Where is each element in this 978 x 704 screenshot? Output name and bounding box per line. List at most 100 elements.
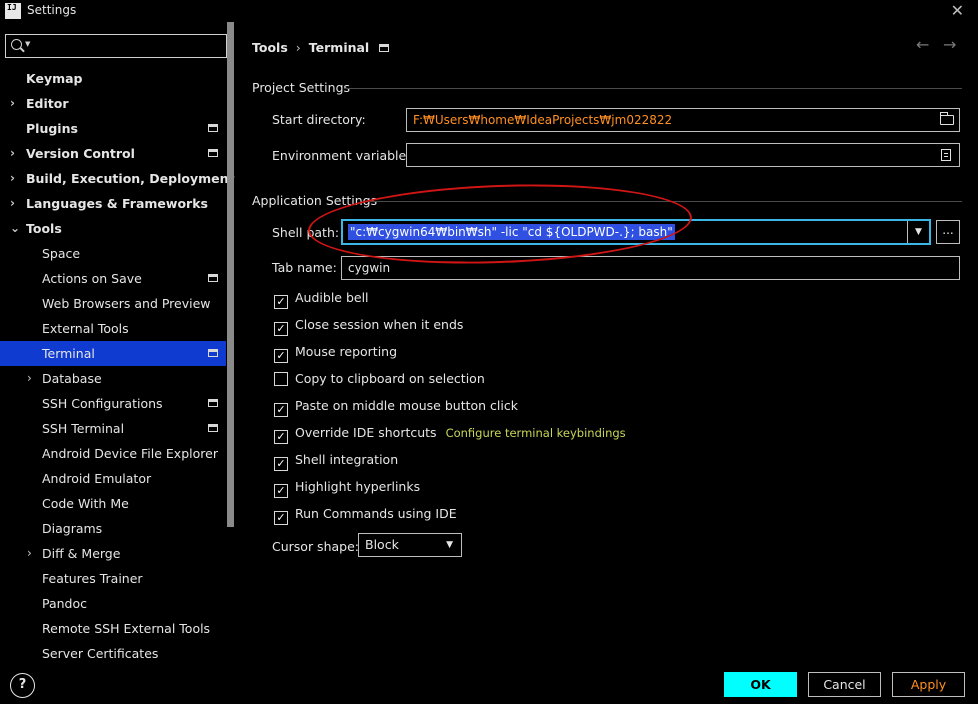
- shell-path-label: Shell path:: [272, 225, 340, 240]
- sidebar-item-label: External Tools: [42, 321, 129, 336]
- checkbox-close-session[interactable]: ✓ Close session when it ends: [274, 317, 463, 337]
- chevron-down-icon[interactable]: ▼: [907, 221, 929, 243]
- checkbox-audible-bell[interactable]: ✓ Audible bell: [274, 290, 369, 310]
- sidebar-item-label: Editor: [26, 96, 69, 111]
- shell-path-combobox[interactable]: "c:₩cygwin64₩bin₩sh" -lic "cd ${OLDPWD-.…: [341, 219, 931, 245]
- checkbox-label: Paste on middle mouse button click: [295, 398, 518, 413]
- checkbox-box[interactable]: ✓: [274, 349, 288, 363]
- sidebar-item-web-browsers[interactable]: Web Browsers and Preview: [0, 291, 226, 316]
- browse-shell-button[interactable]: ...: [936, 220, 960, 244]
- checkbox-copy-to-clipboard[interactable]: Copy to clipboard on selection: [274, 371, 485, 391]
- checkbox-box[interactable]: ✓: [274, 430, 288, 444]
- chevron-right-icon[interactable]: ›: [27, 541, 32, 566]
- edit-list-icon[interactable]: [941, 149, 951, 161]
- start-directory-field[interactable]: F:₩Users₩home₩IdeaProjects₩jm022822: [406, 108, 960, 132]
- cursor-shape-value: Block: [365, 537, 399, 552]
- checkbox-shell-integration[interactable]: ✓ Shell integration: [274, 452, 398, 472]
- sidebar-item-actions-on-save[interactable]: Actions on Save: [0, 266, 226, 291]
- start-directory-value: F:₩Users₩home₩IdeaProjects₩jm022822: [413, 113, 673, 127]
- settings-search[interactable]: ▼: [5, 34, 227, 58]
- sidebar-item-label: Languages & Frameworks: [26, 196, 208, 211]
- checkbox-label: Run Commands using IDE: [295, 506, 457, 521]
- checkbox-box[interactable]: ✓: [274, 484, 288, 498]
- settings-tree: Keymap › Editor Plugins › Version Contro…: [0, 66, 234, 662]
- environment-variables-field[interactable]: [406, 143, 960, 167]
- sidebar-item-ssh-configurations[interactable]: SSH Configurations: [0, 391, 226, 416]
- chevron-right-icon[interactable]: ›: [10, 91, 15, 116]
- sidebar-item-android-emulator[interactable]: Android Emulator: [0, 466, 226, 491]
- breadcrumb-current: Terminal: [308, 40, 370, 55]
- project-level-icon: [208, 399, 218, 407]
- search-input[interactable]: [36, 37, 221, 55]
- search-options-chevron-icon[interactable]: ▼: [25, 40, 30, 48]
- application-settings-title: Application Settings: [252, 193, 378, 208]
- shell-path-value[interactable]: "c:₩cygwin64₩bin₩sh" -lic "cd ${OLDPWD-.…: [348, 224, 675, 240]
- sidebar-item-server-certificates[interactable]: Server Certificates: [0, 641, 226, 662]
- checkbox-box[interactable]: [274, 372, 288, 386]
- chevron-right-icon[interactable]: ›: [10, 166, 15, 191]
- help-button[interactable]: ?: [10, 673, 35, 698]
- checkbox-box[interactable]: ✓: [274, 295, 288, 309]
- sidebar-item-keymap[interactable]: Keymap: [0, 66, 226, 91]
- checkbox-box[interactable]: ✓: [274, 457, 288, 471]
- tab-name-field[interactable]: cygwin: [341, 256, 960, 280]
- sidebar-item-space[interactable]: Space: [0, 241, 226, 266]
- checkbox-box[interactable]: ✓: [274, 322, 288, 336]
- chevron-down-icon[interactable]: ⌄: [10, 216, 20, 241]
- sidebar-item-plugins[interactable]: Plugins: [0, 116, 226, 141]
- sidebar-item-label: Web Browsers and Preview: [42, 296, 211, 311]
- project-settings-title: Project Settings: [252, 80, 351, 95]
- sidebar-item-label: Features Trainer: [42, 571, 143, 586]
- checkbox-box[interactable]: ✓: [274, 511, 288, 525]
- chevron-down-icon[interactable]: ▼: [446, 534, 453, 556]
- breadcrumb-parent[interactable]: Tools: [252, 40, 288, 55]
- sidebar-scrollbar[interactable]: [227, 22, 234, 527]
- folder-icon[interactable]: [940, 112, 954, 125]
- project-level-icon: [208, 349, 218, 357]
- project-level-icon: [208, 124, 218, 132]
- breadcrumb: Tools › Terminal: [252, 40, 390, 55]
- checkbox-label: Override IDE shortcuts: [295, 425, 437, 440]
- back-arrow-icon[interactable]: ←: [916, 35, 929, 54]
- sidebar-item-pandoc[interactable]: Pandoc: [0, 591, 226, 616]
- sidebar-item-database[interactable]: › Database: [0, 366, 226, 391]
- chevron-right-icon[interactable]: ›: [10, 191, 15, 216]
- sidebar-item-tools[interactable]: ⌄ Tools: [0, 216, 226, 241]
- sidebar-item-android-device-file-explorer[interactable]: Android Device File Explorer: [0, 441, 226, 466]
- search-icon[interactable]: [11, 39, 22, 50]
- chevron-right-icon[interactable]: ›: [27, 366, 32, 391]
- sidebar-item-code-with-me[interactable]: Code With Me: [0, 491, 226, 516]
- forward-arrow-icon[interactable]: →: [943, 35, 956, 54]
- sidebar-item-diagrams[interactable]: Diagrams: [0, 516, 226, 541]
- sidebar-item-external-tools[interactable]: External Tools: [0, 316, 226, 341]
- sidebar-item-version-control[interactable]: › Version Control: [0, 141, 226, 166]
- section-divider: [366, 201, 962, 202]
- ok-button[interactable]: OK: [724, 672, 797, 697]
- close-icon[interactable]: ✕: [951, 1, 964, 20]
- sidebar-item-editor[interactable]: › Editor: [0, 91, 226, 116]
- breadcrumb-separator: ›: [295, 40, 301, 55]
- chevron-right-icon[interactable]: ›: [10, 141, 15, 166]
- environment-variables-label: Environment variables:: [272, 148, 417, 163]
- sidebar-item-label: SSH Configurations: [42, 396, 163, 411]
- checkbox-run-commands-using-ide[interactable]: ✓ Run Commands using IDE: [274, 506, 457, 526]
- checkbox-mouse-reporting[interactable]: ✓ Mouse reporting: [274, 344, 397, 364]
- cursor-shape-select[interactable]: Block ▼: [358, 533, 462, 557]
- apply-button[interactable]: Apply: [892, 672, 965, 697]
- sidebar-item-diff-merge[interactable]: › Diff & Merge: [0, 541, 226, 566]
- sidebar-item-remote-ssh-external-tools[interactable]: Remote SSH External Tools: [0, 616, 226, 641]
- sidebar-item-languages-frameworks[interactable]: › Languages & Frameworks: [0, 191, 226, 216]
- sidebar-item-build-execution-deployment[interactable]: › Build, Execution, Deployment: [0, 166, 234, 191]
- configure-keybindings-link[interactable]: Configure terminal keybindings: [446, 426, 626, 440]
- sidebar-item-label: Plugins: [26, 121, 78, 136]
- cancel-button[interactable]: Cancel: [808, 672, 881, 697]
- sidebar-item-features-trainer[interactable]: Features Trainer: [0, 566, 226, 591]
- sidebar-item-label: Code With Me: [42, 496, 129, 511]
- sidebar-item-label: Actions on Save: [42, 271, 142, 286]
- checkbox-paste-middle-click[interactable]: ✓ Paste on middle mouse button click: [274, 398, 518, 418]
- checkbox-highlight-hyperlinks[interactable]: ✓ Highlight hyperlinks: [274, 479, 420, 499]
- sidebar-item-terminal[interactable]: Terminal: [0, 341, 226, 366]
- sidebar-item-ssh-terminal[interactable]: SSH Terminal: [0, 416, 226, 441]
- checkbox-box[interactable]: ✓: [274, 403, 288, 417]
- checkbox-override-ide-shortcuts[interactable]: ✓ Override IDE shortcuts Configure termina…: [274, 425, 626, 445]
